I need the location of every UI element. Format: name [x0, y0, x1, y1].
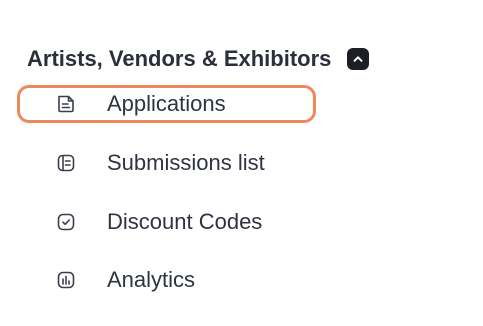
sidebar-item-label: Discount Codes — [107, 209, 263, 234]
collapse-button[interactable] — [347, 48, 370, 70]
list-icon — [54, 151, 78, 175]
sidebar-item-label: Analytics — [107, 267, 196, 292]
sidebar-item-discount-codes[interactable]: Discount Codes — [17, 203, 316, 241]
sidebar-item-label: Applications — [107, 91, 226, 116]
check-badge-icon — [54, 210, 78, 234]
sidebar-item-applications[interactable]: Applications — [17, 85, 316, 123]
sidebar-item-analytics[interactable]: Analytics — [17, 261, 316, 299]
sidebar-item-submissions-list[interactable]: Submissions list — [17, 144, 316, 182]
section-header[interactable]: Artists, Vendors & Exhibitors — [27, 44, 370, 74]
chevron-up-icon — [353, 56, 363, 62]
section-title: Artists, Vendors & Exhibitors — [27, 46, 332, 71]
sidebar-item-label: Submissions list — [107, 150, 265, 175]
bar-chart-icon — [54, 268, 78, 292]
sidebar-panel: Artists, Vendors & Exhibitors Applicatio… — [0, 0, 483, 326]
document-icon — [54, 92, 78, 116]
